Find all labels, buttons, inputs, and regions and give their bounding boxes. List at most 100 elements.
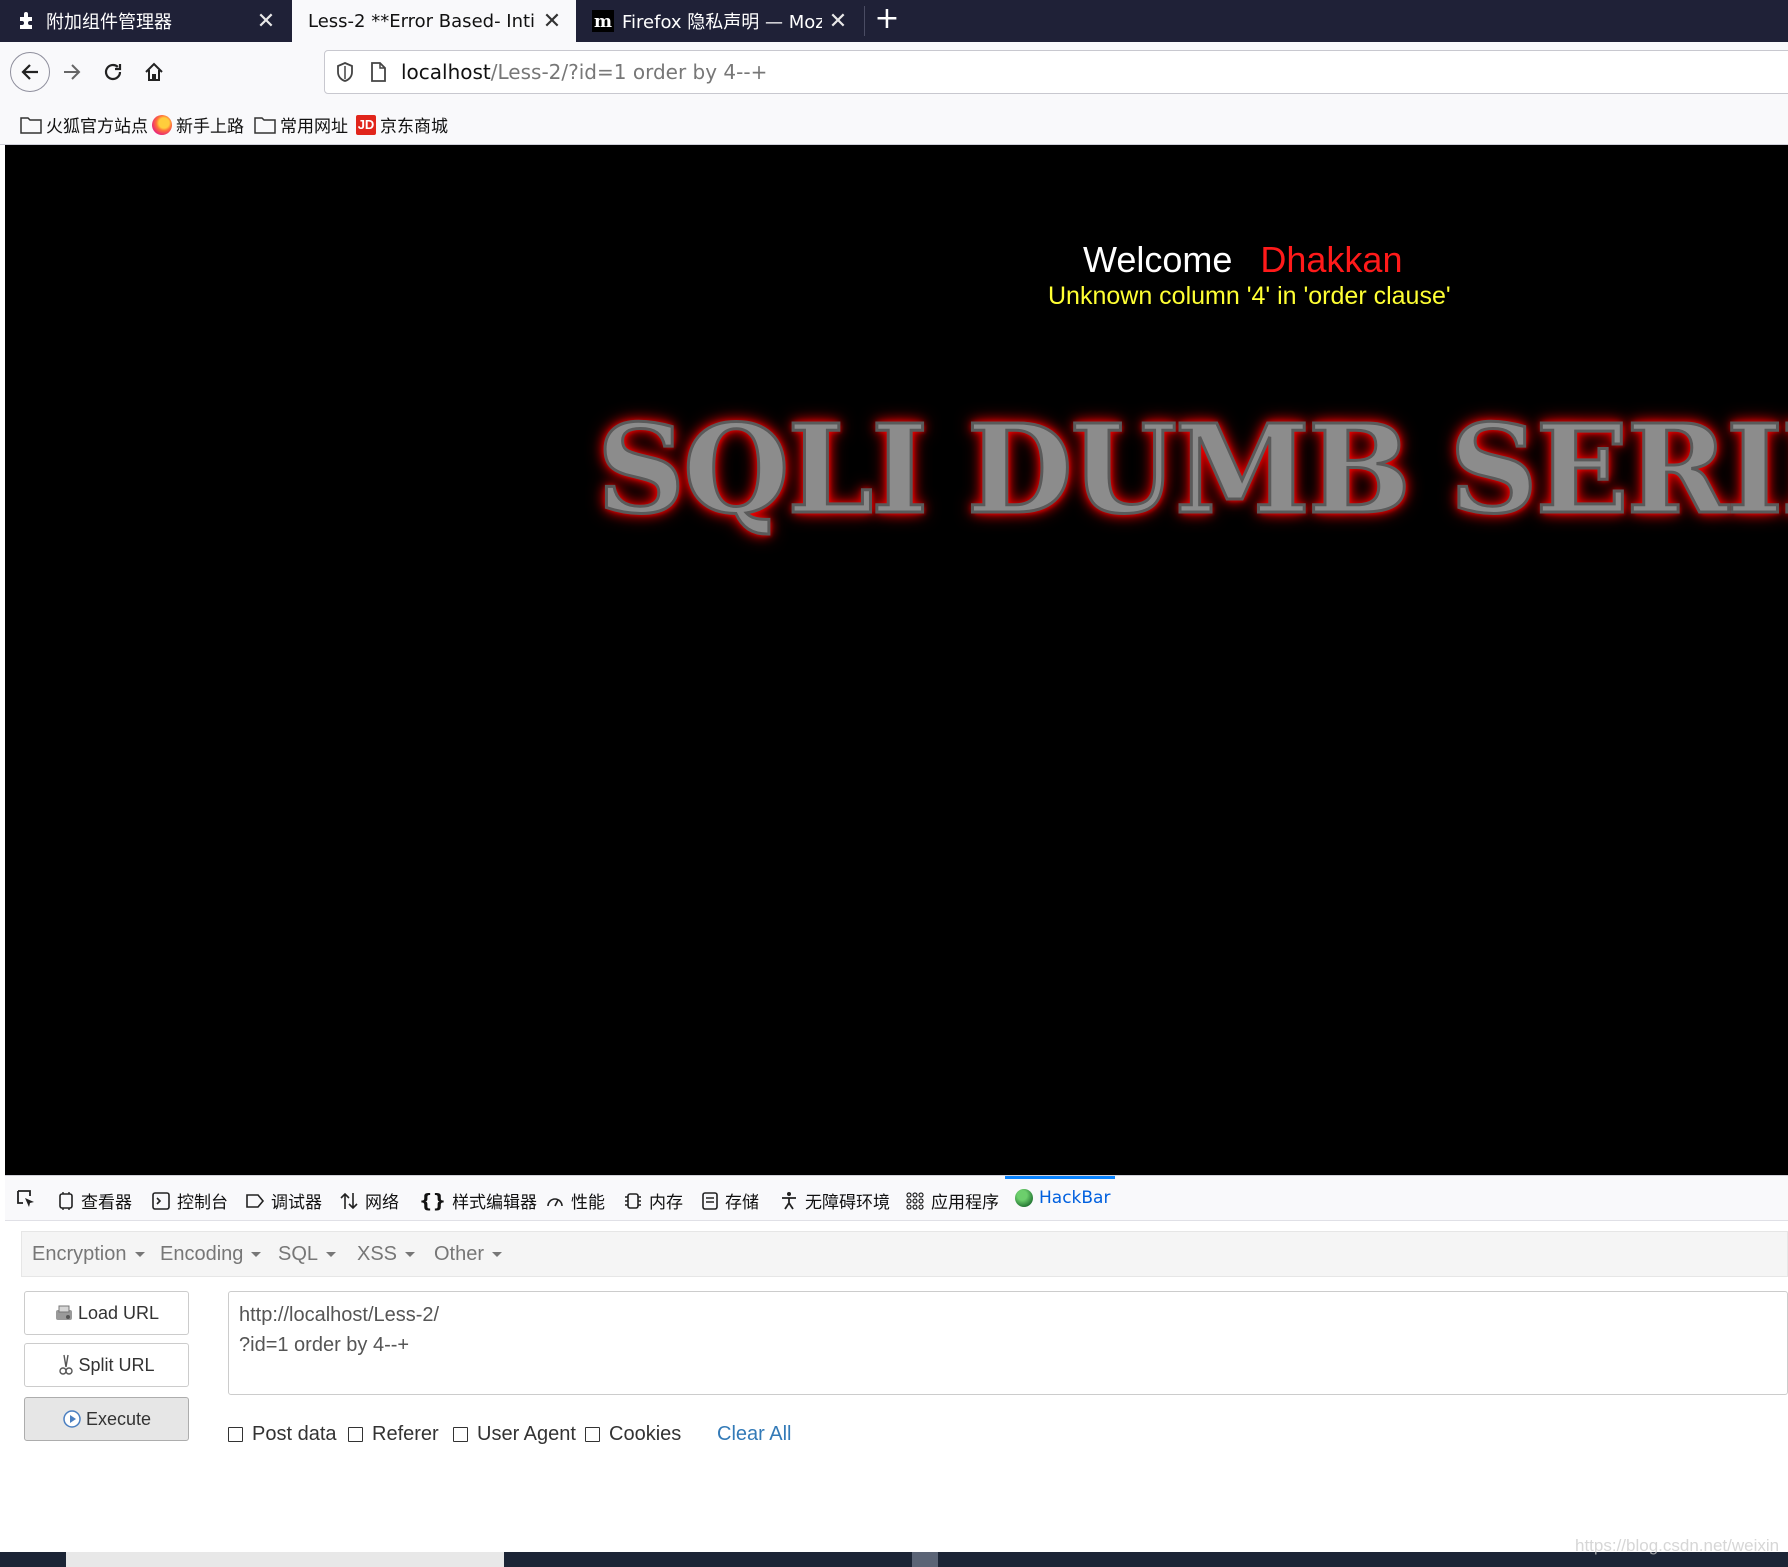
- menu-sql[interactable]: SQL: [278, 1243, 336, 1266]
- welcome-message: Welcome Dhakkan: [1083, 239, 1402, 281]
- new-tab-button[interactable]: +: [866, 0, 908, 42]
- forward-button[interactable]: [52, 52, 92, 92]
- bookmark-label: 京东商城: [380, 117, 448, 137]
- welcome-name: Dhakkan: [1260, 239, 1403, 280]
- style-editor-icon: {}: [419, 1189, 447, 1212]
- tracking-shield-icon[interactable]: [335, 61, 355, 87]
- load-url-label: Load URL: [77, 1302, 160, 1323]
- execute-label: Execute: [85, 1408, 152, 1429]
- checkbox-box[interactable]: [228, 1427, 243, 1442]
- back-button[interactable]: [10, 52, 50, 92]
- devtools-tab-label: 调试器: [271, 1193, 322, 1213]
- debugger-icon: [245, 1191, 265, 1211]
- menu-encryption[interactable]: Encryption: [32, 1243, 145, 1266]
- split-url-button[interactable]: Split URL: [24, 1343, 189, 1387]
- devtools-tab-label: 性能: [571, 1193, 605, 1213]
- devtools-tab-network[interactable]: 网络: [339, 1188, 399, 1213]
- page-info-icon[interactable]: [369, 61, 387, 87]
- devtools-tab-accessibility[interactable]: 无障碍环境: [779, 1188, 890, 1213]
- tab-strip: 附加组件管理器 ✕ Less-2 **Error Based- Intiger*…: [0, 0, 1788, 42]
- checkbox-box[interactable]: [348, 1427, 363, 1442]
- back-arrow-icon: [21, 64, 38, 80]
- watermark: https://blog.csdn.net/weixin: [1575, 1536, 1780, 1555]
- bookmark-label: 火狐官方站点: [46, 117, 148, 137]
- devtools-tab-label: 样式编辑器: [452, 1193, 538, 1213]
- close-icon[interactable]: ✕: [822, 9, 854, 34]
- bookmark-common-sites[interactable]: 常用网址: [254, 112, 348, 137]
- post-data-checkbox[interactable]: Post data: [228, 1423, 337, 1446]
- url-line-1: http://localhost/Less-2/: [239, 1304, 440, 1326]
- memory-icon: [623, 1191, 643, 1211]
- cookies-checkbox[interactable]: Cookies: [585, 1423, 681, 1446]
- devtools-tab-label: 内存: [649, 1193, 683, 1213]
- bookmark-firefox-official[interactable]: 火狐官方站点: [20, 112, 148, 137]
- tab-addons-manager[interactable]: 附加组件管理器 ✕: [0, 0, 290, 42]
- devtools-tab-label: 无障碍环境: [805, 1193, 890, 1213]
- tab-less-2[interactable]: Less-2 **Error Based- Intiger** ✕: [292, 0, 576, 42]
- url-line-2: ?id=1 order by 4--+: [239, 1334, 410, 1356]
- home-button[interactable]: [134, 52, 174, 92]
- inspector-icon: [57, 1191, 75, 1211]
- network-icon: [339, 1191, 359, 1211]
- devtools-tab-hackbar[interactable]: HackBar: [1015, 1188, 1110, 1208]
- sqli-banner: SQLI DUMB SERIES-2: [595, 396, 1788, 543]
- split-url-label: Split URL: [78, 1354, 155, 1375]
- url-text[interactable]: localhost/Less-2/?id=1 order by 4--+: [401, 60, 767, 84]
- devtools-tab-label: 查看器: [81, 1193, 132, 1213]
- checkbox-box[interactable]: [453, 1427, 468, 1442]
- sql-error-message: Unknown column '4' in 'order clause': [1048, 282, 1451, 310]
- puzzle-icon: [16, 10, 38, 32]
- navigation-toolbar: localhost/Less-2/?id=1 order by 4--+: [0, 42, 1788, 102]
- checkbox-label: User Agent: [477, 1423, 576, 1445]
- active-tab-indicator: [1005, 1176, 1115, 1179]
- taskbar-item[interactable]: [912, 1552, 938, 1567]
- element-picker-icon: [17, 1190, 34, 1207]
- reload-button[interactable]: [93, 52, 133, 92]
- taskbar-item[interactable]: [66, 1552, 504, 1567]
- url-path: /Less-2/?id=1 order by 4--+: [490, 60, 768, 84]
- menu-encoding[interactable]: Encoding: [160, 1243, 261, 1266]
- devtools-tabbar: 查看器 控制台 调试器 网络 {} 样式编辑器 性能 内存 存储 无障碍环境 应…: [5, 1175, 1788, 1221]
- devtools-tab-memory[interactable]: 内存: [623, 1188, 683, 1213]
- user-agent-checkbox[interactable]: User Agent: [453, 1423, 576, 1446]
- accessibility-icon: [779, 1191, 799, 1211]
- element-picker-button[interactable]: [15, 1188, 37, 1210]
- devtools-panel: 查看器 控制台 调试器 网络 {} 样式编辑器 性能 内存 存储 无障碍环境 应…: [5, 1175, 1788, 1567]
- close-icon[interactable]: ✕: [536, 9, 568, 34]
- devtools-tab-debugger[interactable]: 调试器: [245, 1188, 322, 1213]
- devtools-tab-console[interactable]: 控制台: [151, 1188, 228, 1213]
- bookmark-getting-started[interactable]: 新手上路: [152, 112, 244, 137]
- bookmark-label: 新手上路: [176, 117, 244, 137]
- tab-separator: [864, 6, 865, 36]
- execute-button[interactable]: Execute: [24, 1397, 189, 1441]
- devtools-tab-label: 应用程序: [931, 1193, 999, 1213]
- taskbar: [0, 1552, 1788, 1567]
- tab-firefox-privacy[interactable]: m Firefox 隐私声明 — Mozilla ✕: [576, 0, 862, 42]
- address-bar[interactable]: localhost/Less-2/?id=1 order by 4--+: [324, 50, 1788, 94]
- close-icon[interactable]: ✕: [250, 9, 282, 34]
- mozilla-m-icon: m: [592, 10, 614, 32]
- checkbox-label: Cookies: [609, 1423, 682, 1445]
- bookmarks-toolbar: 火狐官方站点 新手上路 常用网址 JD 京东商城: [0, 102, 1788, 145]
- referer-checkbox[interactable]: Referer: [348, 1423, 439, 1446]
- devtools-tab-application[interactable]: 应用程序: [905, 1188, 999, 1213]
- menu-other[interactable]: Other: [434, 1243, 502, 1266]
- devtools-tab-label: 网络: [365, 1193, 399, 1213]
- devtools-tab-performance[interactable]: 性能: [545, 1188, 605, 1213]
- devtools-tab-label: 控制台: [177, 1193, 228, 1213]
- performance-icon: [545, 1191, 565, 1211]
- checkbox-label: Referer: [372, 1423, 439, 1445]
- bookmark-jd[interactable]: JD 京东商城: [356, 112, 448, 137]
- devtools-tab-inspector[interactable]: 查看器: [57, 1188, 132, 1213]
- page-content: Welcome Dhakkan Unknown column '4' in 'or…: [5, 145, 1788, 1175]
- firefox-icon: [152, 114, 172, 135]
- checkbox-box[interactable]: [585, 1427, 600, 1442]
- load-url-button[interactable]: Load URL: [24, 1291, 189, 1335]
- clear-all-link[interactable]: Clear All: [717, 1423, 791, 1446]
- devtools-tab-storage[interactable]: 存储: [701, 1188, 759, 1213]
- hackbar-url-textarea[interactable]: http://localhost/Less-2/ ?id=1 order by …: [228, 1291, 1788, 1395]
- scissors-icon: [58, 1354, 74, 1376]
- play-icon: [62, 1409, 82, 1429]
- menu-xss[interactable]: XSS: [357, 1243, 415, 1266]
- devtools-tab-style-editor[interactable]: {} 样式编辑器: [419, 1188, 538, 1214]
